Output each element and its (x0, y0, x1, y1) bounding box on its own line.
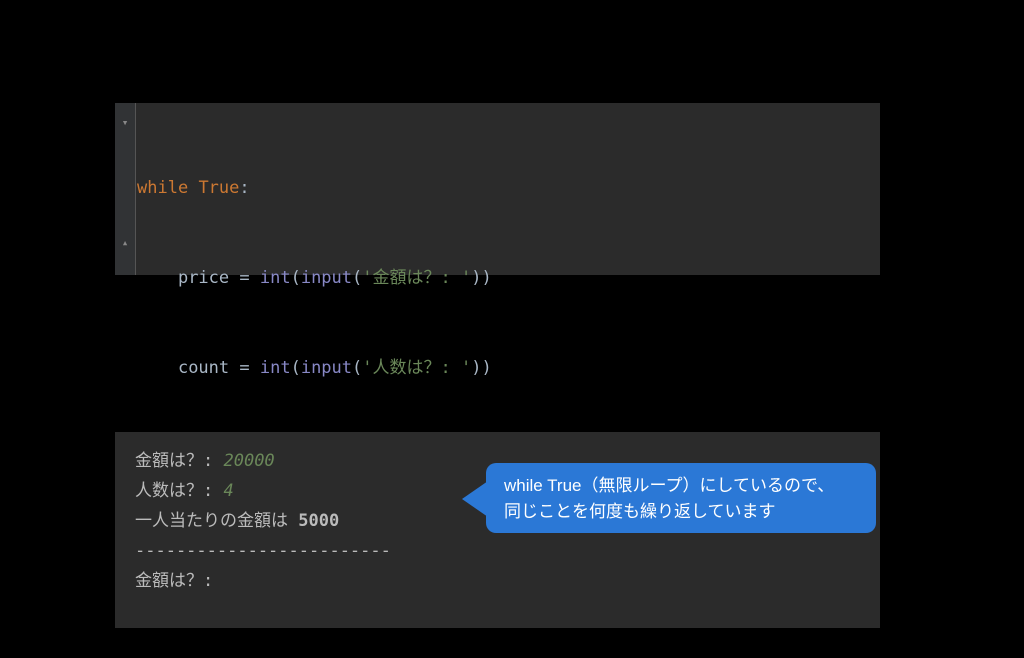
output-line-4: ------------------------- (135, 536, 860, 566)
result-value: 5000 (298, 511, 339, 531)
fold-end-icon[interactable]: ▴ (119, 237, 131, 249)
callout-arrow-icon (462, 481, 488, 517)
callout-text-line-2: 同じことを何度も繰り返しています (504, 499, 858, 525)
output-line-5: 金額は？: (135, 566, 860, 596)
str-price-prompt: '金額は？: ' (362, 268, 471, 288)
code-line-1[interactable]: while True: (137, 173, 880, 203)
kw-true: True (198, 178, 239, 198)
input-price: 20000 (223, 451, 274, 471)
callout-text-line-1: while True（無限ループ）にしているので、 (504, 473, 858, 499)
var-price: price (178, 268, 229, 288)
prompt-price-2: 金額は？: (135, 571, 213, 591)
fn-int: int (260, 268, 291, 288)
code-line-2[interactable]: price = int(input('金額は？: ')) (137, 263, 880, 293)
fold-start-icon[interactable]: ▾ (119, 117, 131, 129)
fn-input: input (301, 268, 352, 288)
input-count: 4 (223, 481, 233, 501)
var-count: count (178, 358, 229, 378)
prompt-price: 金額は？: (135, 451, 223, 471)
code-editor-panel: ▾ ▴ while True: price = int(input('金額は？:… (115, 103, 880, 275)
prompt-count: 人数は？: (135, 481, 223, 501)
annotation-callout: while True（無限ループ）にしているので、 同じことを何度も繰り返してい… (486, 463, 876, 533)
code-line-3[interactable]: count = int(input('人数は？: ')) (137, 353, 880, 383)
divider-line: ------------------------- (135, 541, 391, 561)
kw-while: while (137, 178, 188, 198)
str-count-prompt: '人数は？: ' (362, 358, 471, 378)
fn-input: input (301, 358, 352, 378)
editor-gutter: ▾ ▴ (115, 103, 136, 275)
colon: : (239, 178, 249, 198)
fn-int: int (260, 358, 291, 378)
result-label: 一人当たりの金額は (135, 511, 298, 531)
